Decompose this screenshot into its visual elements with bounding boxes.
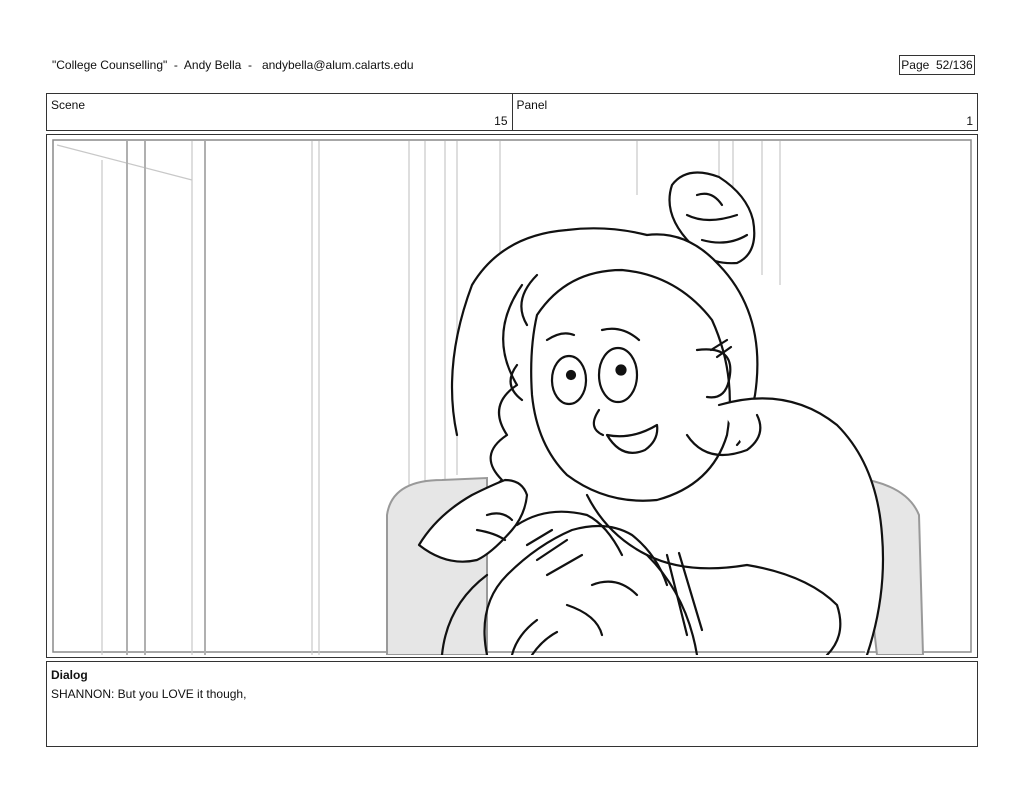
scene-number: 15 (494, 114, 508, 128)
scene-panel-info-row: Scene 15 Panel 1 (46, 93, 978, 131)
dialog-box: Dialog SHANNON: But you LOVE it though, (46, 661, 978, 747)
character-sketch (417, 171, 885, 655)
scene-cell: Scene 15 (47, 94, 512, 130)
page-number-badge: Page 52/136 (899, 55, 975, 75)
panel-number: 1 (966, 114, 973, 128)
panel-cell: Panel 1 (511, 94, 978, 130)
storyboard-sketch (52, 139, 972, 655)
storyboard-panel-frame (46, 134, 978, 658)
panel-label: Panel (516, 98, 548, 112)
scene-label: Scene (51, 98, 86, 112)
document-header-title: "College Counselling" - Andy Bella - and… (52, 58, 414, 72)
dialog-heading: Dialog (51, 668, 88, 682)
dialog-text: SHANNON: But you LOVE it though, (51, 687, 247, 701)
